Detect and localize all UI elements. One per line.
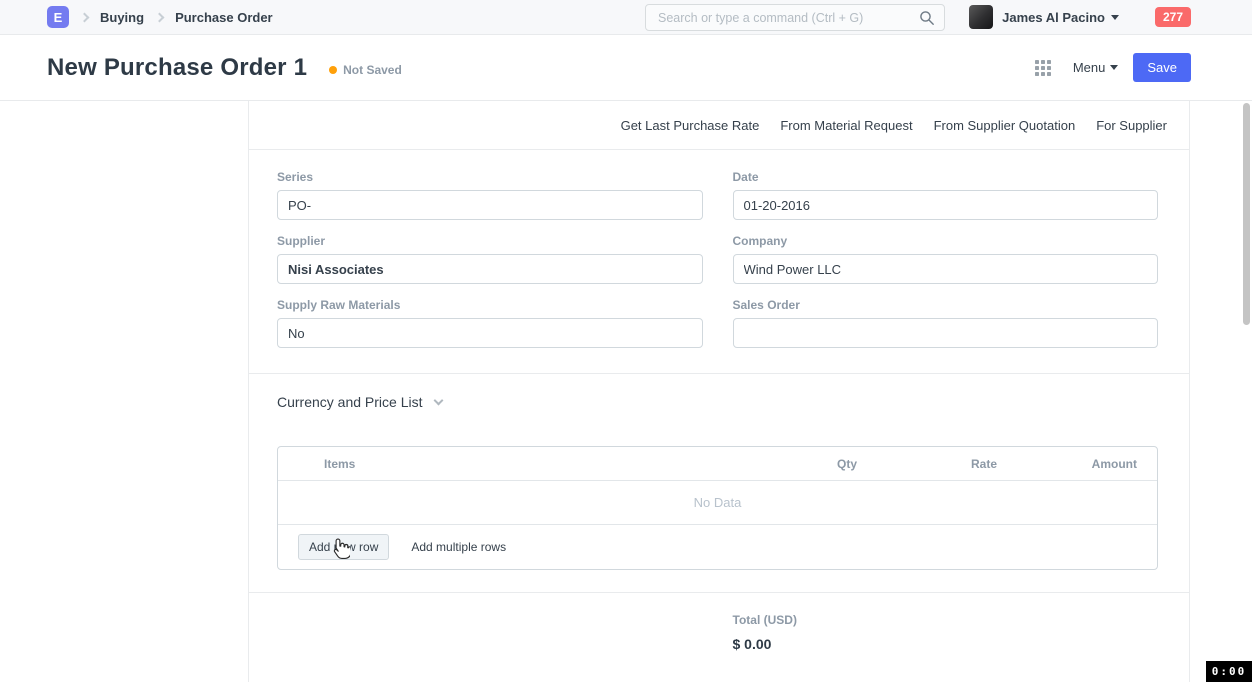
series-label: Series: [277, 170, 703, 184]
date-input[interactable]: [733, 190, 1159, 220]
totals-left-spacer: [277, 613, 703, 652]
search-icon: [919, 10, 935, 26]
field-supplier: Supplier: [277, 234, 703, 284]
field-company: Company: [733, 234, 1159, 284]
supplier-input[interactable]: [277, 254, 703, 284]
column-rate: Rate: [857, 457, 997, 471]
chevron-down-icon[interactable]: [433, 396, 443, 406]
sales-order-input[interactable]: [733, 318, 1159, 348]
right-column: Date Company Sales Order: [733, 170, 1159, 362]
items-grid: Items Qty Rate Amount No Data Add new ro…: [277, 446, 1158, 570]
status-indicator: Not Saved: [329, 63, 402, 77]
total-value: $ 0.00: [733, 636, 1159, 652]
user-menu[interactable]: James Al Pacino: [1002, 10, 1105, 25]
search-input[interactable]: [646, 11, 919, 25]
status-dot-icon: [329, 66, 337, 74]
save-button[interactable]: Save: [1133, 53, 1191, 82]
page-head: New Purchase Order 1 Not Saved Menu Save: [0, 35, 1252, 101]
form-action-links: Get Last Purchase Rate From Material Req…: [249, 101, 1189, 150]
status-text: Not Saved: [343, 63, 402, 77]
notification-badge[interactable]: 277: [1155, 7, 1191, 27]
chevron-right-icon: [80, 12, 90, 22]
field-series: Series: [277, 170, 703, 220]
avatar[interactable]: [969, 5, 993, 29]
timer-text: 0:00: [1212, 665, 1247, 678]
add-multiple-rows-button[interactable]: Add multiple rows: [411, 540, 506, 554]
totals-section: Total (USD) $ 0.00: [249, 593, 1189, 652]
sales-order-label: Sales Order: [733, 298, 1159, 312]
from-material-request-link[interactable]: From Material Request: [780, 118, 912, 133]
no-data-text: No Data: [694, 495, 742, 510]
supply-raw-materials-label: Supply Raw Materials: [277, 298, 703, 312]
company-input[interactable]: [733, 254, 1159, 284]
for-supplier-link[interactable]: For Supplier: [1096, 118, 1167, 133]
get-last-purchase-rate-link[interactable]: Get Last Purchase Rate: [621, 118, 760, 133]
breadcrumb-buying[interactable]: Buying: [100, 10, 144, 25]
column-qty: Qty: [747, 457, 857, 471]
currency-section-header[interactable]: Currency and Price List: [249, 374, 1189, 410]
chevron-down-icon: [1110, 65, 1118, 70]
navbar: E Buying Purchase Order James Al Pacino …: [0, 0, 1252, 35]
supplier-label: Supplier: [277, 234, 703, 248]
grid-empty-row: No Data: [278, 481, 1157, 525]
grid-view-icon[interactable]: [1035, 60, 1051, 76]
navbar-right: James Al Pacino 277: [969, 5, 1191, 29]
totals-right-column: Total (USD) $ 0.00: [733, 613, 1159, 652]
supply-raw-materials-input[interactable]: [277, 318, 703, 348]
app-logo[interactable]: E: [47, 6, 69, 28]
recording-timer-overlay: 0:00: [1206, 661, 1252, 682]
add-new-row-button[interactable]: Add new row: [298, 534, 389, 560]
total-label: Total (USD): [733, 613, 1159, 627]
main-fields-section: Series Supplier Supply Raw Materials Dat…: [249, 150, 1189, 374]
global-search-bar[interactable]: [645, 4, 945, 31]
grid-footer-row: Add new row Add multiple rows: [278, 525, 1157, 569]
column-amount: Amount: [997, 457, 1137, 471]
items-section: Items Qty Rate Amount No Data Add new ro…: [249, 410, 1189, 593]
field-supply-raw-materials: Supply Raw Materials: [277, 298, 703, 348]
left-column: Series Supplier Supply Raw Materials: [277, 170, 703, 362]
menu-button[interactable]: Menu: [1073, 60, 1119, 75]
currency-section-title: Currency and Price List: [277, 394, 423, 410]
from-supplier-quotation-link[interactable]: From Supplier Quotation: [934, 118, 1076, 133]
field-sales-order: Sales Order: [733, 298, 1159, 348]
menu-label: Menu: [1073, 60, 1106, 75]
form-container: Get Last Purchase Rate From Material Req…: [248, 101, 1190, 682]
chevron-right-icon: [155, 12, 165, 22]
page-head-actions: Menu Save: [1035, 53, 1191, 82]
page-title: New Purchase Order 1: [47, 54, 307, 82]
series-input[interactable]: [277, 190, 703, 220]
field-date: Date: [733, 170, 1159, 220]
column-items: Items: [278, 457, 747, 471]
breadcrumb-purchase-order[interactable]: Purchase Order: [175, 10, 273, 25]
vertical-scrollbar[interactable]: [1243, 103, 1250, 325]
company-label: Company: [733, 234, 1159, 248]
grid-header-row: Items Qty Rate Amount: [278, 447, 1157, 481]
date-label: Date: [733, 170, 1159, 184]
chevron-down-icon: [1111, 15, 1119, 20]
